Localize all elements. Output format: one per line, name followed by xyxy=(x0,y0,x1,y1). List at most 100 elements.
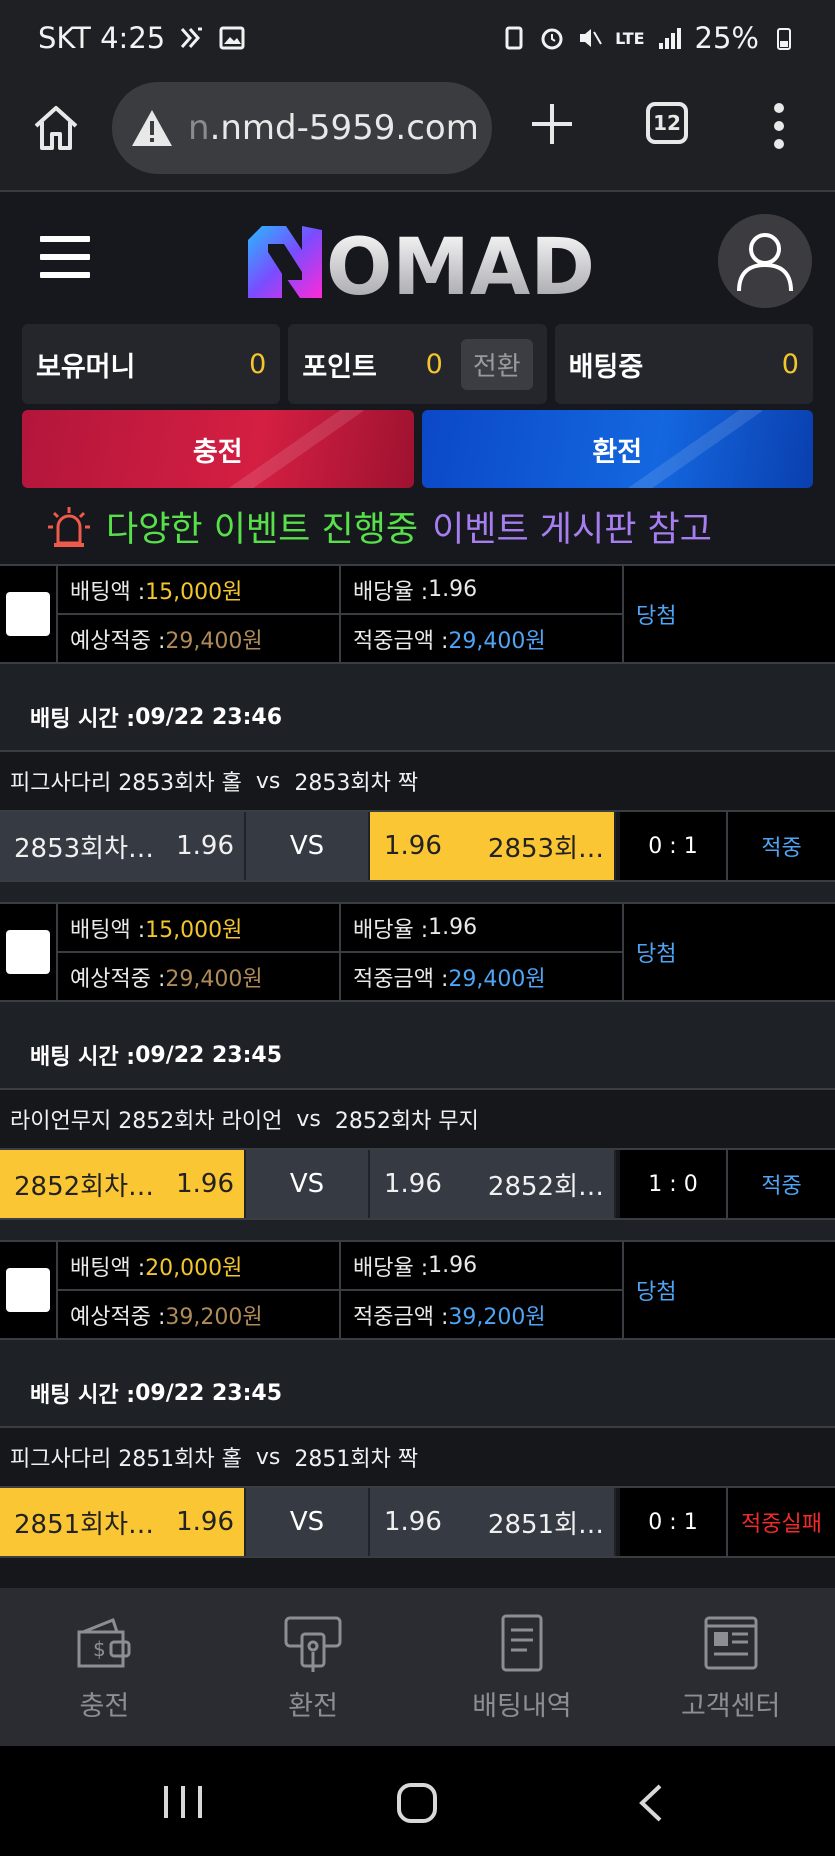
status-bar: SKT 4:25 LTE 25% xyxy=(0,0,835,76)
withdraw-button[interactable]: 환전 xyxy=(421,410,813,488)
match-score: 0 : 1 xyxy=(620,812,728,880)
betting-label: 배팅중 xyxy=(568,351,644,383)
nav-deposit[interactable]: $ 충전 xyxy=(0,1588,209,1746)
away-pick[interactable]: 1.96 2853회… xyxy=(370,812,616,880)
user-icon xyxy=(737,233,793,292)
win-amount: 39,200원 xyxy=(448,1304,546,1330)
nav-deposit-label: 충전 xyxy=(79,1690,130,1722)
bet-summary: 배팅액 : 15,000원 배당율 : 1.96 예상적중 : 29,400원 … xyxy=(0,902,835,1002)
vs-label: VS xyxy=(246,1150,370,1218)
points-value: 0 xyxy=(425,348,443,380)
betting-value: 0 xyxy=(781,348,799,380)
win-amount: 29,400원 xyxy=(448,628,546,654)
match-row: 2852회차… 1.96 VS 1.96 2852회… 1 : 0 적중 xyxy=(0,1150,835,1220)
bottom-navigation: $ 충전 환전 배팅내역 고객센터 xyxy=(0,1588,835,1746)
battery-saver-icon xyxy=(505,26,523,50)
expected-win: 29,400원 xyxy=(165,966,263,992)
notice-main-text: 다양한 이벤트 진행중 xyxy=(106,509,419,550)
alarm-icon xyxy=(541,28,563,50)
home-icon[interactable] xyxy=(30,102,82,154)
holding-money-label: 보유머니 xyxy=(36,351,136,383)
url-bar[interactable]: n.nmd-5959.com xyxy=(112,82,492,174)
deposit-button[interactable]: 충전 xyxy=(22,410,414,488)
home-pick[interactable]: 2852회차… 1.96 xyxy=(0,1150,246,1218)
carrier-time: SKT 4:25 xyxy=(38,21,166,55)
match-title: 피그사다리 2851회차 홀 vs 2851회차 짝 xyxy=(0,1428,835,1488)
select-checkbox[interactable] xyxy=(0,566,58,662)
action-buttons: 충전 환전 xyxy=(22,410,813,488)
svg-text:OMAD: OMAD xyxy=(326,223,595,304)
wallet-icon: $ xyxy=(77,1617,131,1667)
back-icon[interactable] xyxy=(636,1782,666,1824)
away-pick[interactable]: 1.96 2851회… xyxy=(370,1488,616,1556)
bet-status: 당첨 xyxy=(636,942,677,967)
bet-time: 배팅 시간 : 09/22 23:46 xyxy=(0,684,835,752)
siren-icon xyxy=(48,507,90,547)
network-type: LTE xyxy=(615,28,645,48)
gallery-icon xyxy=(219,26,245,50)
bet-odds: 1.96 xyxy=(428,577,478,602)
home-pick[interactable]: 2853회차… 1.96 xyxy=(0,812,246,880)
battery-icon xyxy=(777,28,791,50)
user-avatar[interactable] xyxy=(718,214,812,308)
tab-count: 12 xyxy=(653,111,681,135)
nav-withdraw[interactable]: 환전 xyxy=(209,1588,418,1746)
notice-sub-text: 이벤트 게시판 참고 xyxy=(432,509,712,550)
new-tab-icon[interactable] xyxy=(526,98,578,150)
bet-summary: 배팅액 : 20,000원 배당율 : 1.96 예상적중 : 39,200원 … xyxy=(0,1240,835,1340)
svg-text:$: $ xyxy=(93,1637,106,1661)
convert-points-button[interactable]: 전환 xyxy=(460,338,533,390)
menu-icon[interactable] xyxy=(40,236,90,280)
bet-status: 당첨 xyxy=(636,604,677,629)
tab-switcher-button[interactable]: 12 xyxy=(646,102,688,144)
bet-time: 배팅 시간 : 09/22 23:45 xyxy=(0,1022,835,1090)
nav-withdraw-label: 환전 xyxy=(288,1690,338,1722)
nav-bet-history[interactable]: 배팅내역 xyxy=(418,1588,627,1746)
win-amount: 29,400원 xyxy=(448,966,546,992)
points: 포인트 0 전환 xyxy=(288,324,547,404)
match-row: 2853회차… 1.96 VS 1.96 2853회… 0 : 1 적중 xyxy=(0,812,835,882)
nav-bet-history-label: 배팅내역 xyxy=(472,1690,572,1722)
match-result: 적중실패 xyxy=(728,1488,835,1556)
bet-status: 당첨 xyxy=(636,1280,677,1305)
betting-history-list: 배팅액 : 15,000원 배당율 : 1.96 예상적중 : 29,400원 … xyxy=(0,564,835,1588)
vs-label: VS xyxy=(246,1488,370,1556)
select-checkbox[interactable] xyxy=(0,904,58,1000)
system-navigation xyxy=(0,1746,835,1856)
select-checkbox[interactable] xyxy=(0,1242,58,1338)
mute-icon xyxy=(580,29,603,47)
match-score: 1 : 0 xyxy=(620,1150,728,1218)
balance-bar: 보유머니 0 포인트 0 전환 배팅중 0 xyxy=(22,324,813,404)
bet-summary: 배팅액 : 15,000원 배당율 : 1.96 예상적중 : 29,400원 … xyxy=(0,564,835,664)
match-score: 0 : 1 xyxy=(620,1488,728,1556)
match-title: 피그사다리 2853회차 홀 vs 2853회차 짝 xyxy=(0,752,835,812)
holding-money: 보유머니 0 xyxy=(22,324,281,404)
match-title: 라이언무지 2852회차 라이언 vs 2852회차 무지 xyxy=(0,1090,835,1150)
bet-amount: 15,000원 xyxy=(145,917,243,943)
nomad-logo[interactable]: OMAD xyxy=(240,220,600,304)
expected-win: 29,400원 xyxy=(165,628,263,654)
match-result: 적중 xyxy=(728,1150,835,1218)
atm-icon xyxy=(284,1616,342,1672)
more-options-icon[interactable] xyxy=(768,100,790,152)
signal-icon xyxy=(658,28,681,49)
bet-time: 배팅 시간 : 09/22 23:45 xyxy=(0,1360,835,1428)
newspaper-icon xyxy=(704,1616,758,1669)
bet-amount: 15,000원 xyxy=(145,579,243,605)
match-row: 2851회차… 1.96 VS 1.96 2851회… 0 : 1 적중실패 xyxy=(0,1488,835,1558)
notification-icon xyxy=(181,27,203,48)
holding-money-value: 0 xyxy=(249,348,267,380)
vs-label: VS xyxy=(246,812,370,880)
browser-toolbar: n.nmd-5959.com 12 xyxy=(0,76,835,192)
recent-apps-icon[interactable] xyxy=(160,1782,206,1822)
event-notice[interactable]: 다양한 이벤트 진행중 이벤트 게시판 참고 xyxy=(46,498,712,554)
bet-odds: 1.96 xyxy=(428,1253,478,1278)
nav-customer-center[interactable]: 고객센터 xyxy=(626,1588,835,1746)
expected-win: 39,200원 xyxy=(165,1304,263,1330)
warning-icon[interactable] xyxy=(130,106,174,150)
home-button-icon[interactable] xyxy=(396,1782,438,1824)
away-pick[interactable]: 1.96 2852회… xyxy=(370,1150,616,1218)
bet-odds: 1.96 xyxy=(428,915,478,940)
home-pick[interactable]: 2851회차… 1.96 xyxy=(0,1488,246,1556)
betting-in-progress: 배팅중 0 xyxy=(554,324,813,404)
